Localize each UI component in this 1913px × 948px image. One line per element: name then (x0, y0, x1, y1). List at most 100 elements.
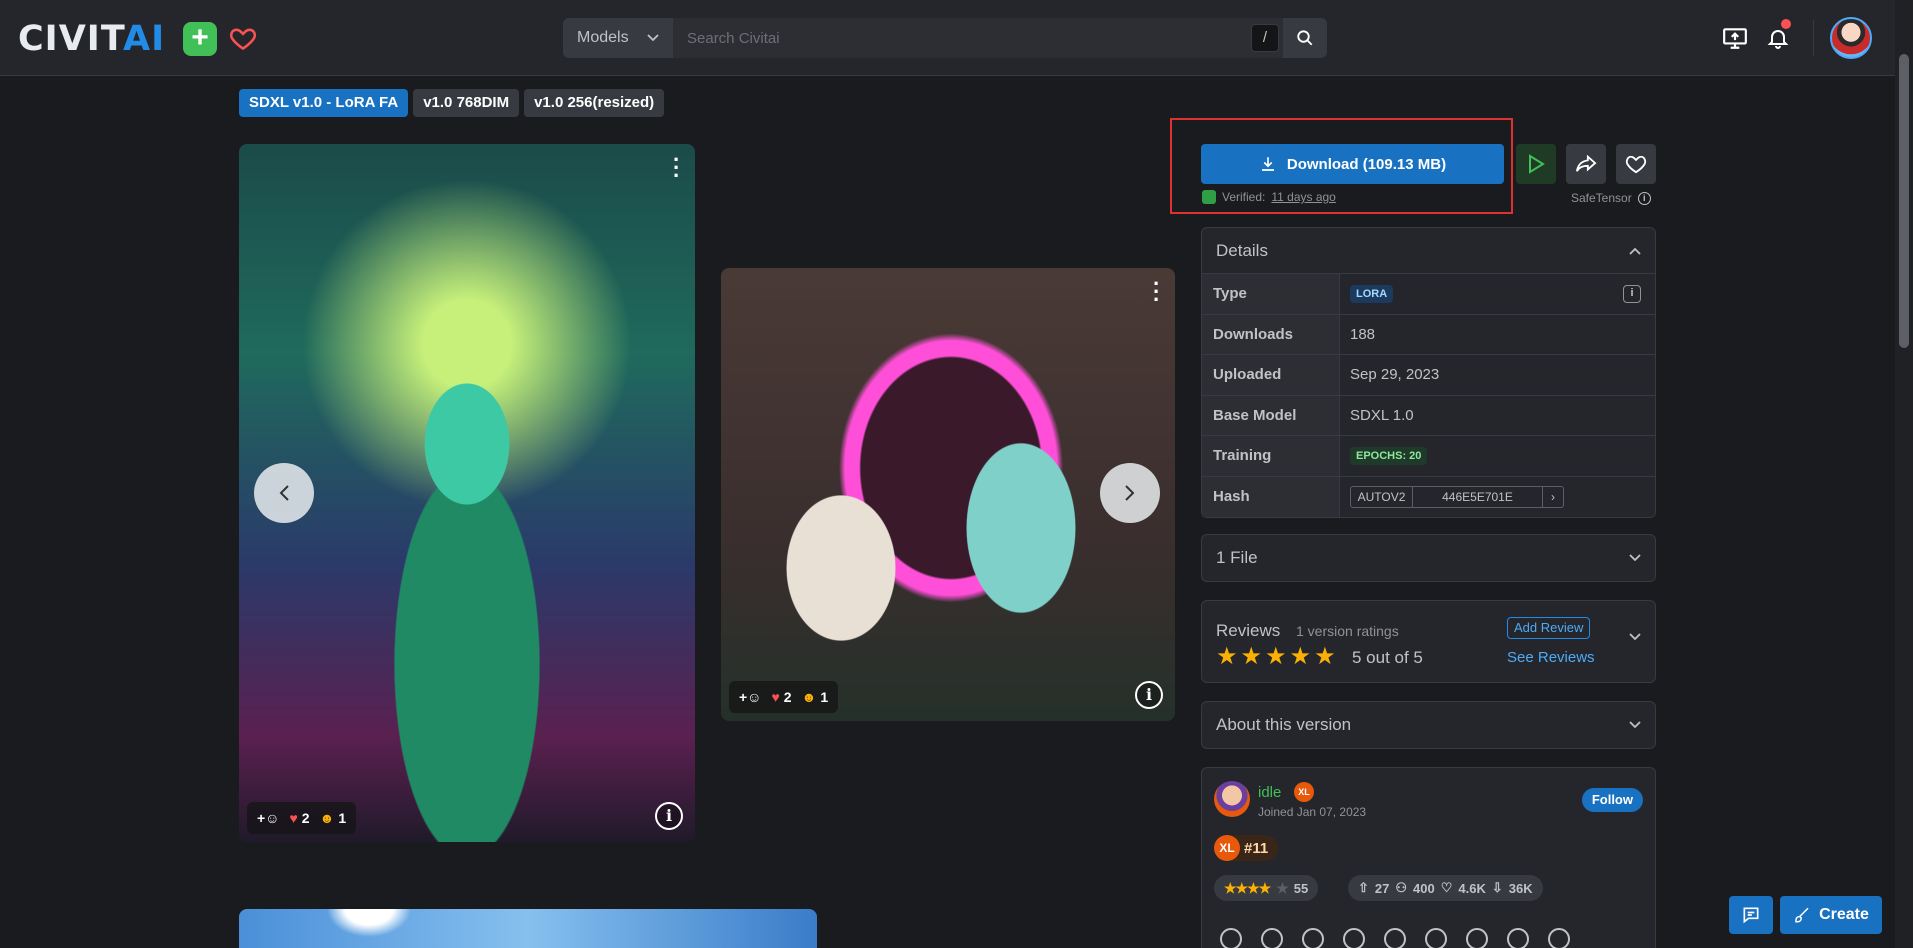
type-badge: LORA (1350, 284, 1394, 303)
uploads-count: 27 (1374, 880, 1390, 896)
carousel-next-button[interactable] (1100, 463, 1160, 523)
hash-type[interactable]: AUTOV2 (1351, 486, 1413, 507)
chat-button[interactable] (1729, 896, 1773, 934)
version-tab-sdxl-lora-fa[interactable]: SDXL v1.0 - LoRA FA (239, 89, 409, 117)
globe-icon[interactable] (1466, 928, 1488, 948)
verified-status: Verified: 11 days ago (1202, 190, 1336, 204)
laugh-reaction[interactable]: ☻ 1 (320, 810, 347, 826)
laugh-count: 1 (820, 689, 829, 705)
search-bar: Models / (563, 18, 1327, 58)
run-button[interactable] (1516, 144, 1556, 184)
search-input[interactable] (673, 18, 1283, 58)
creator-avatar[interactable] (1214, 781, 1250, 817)
heart-reaction[interactable]: ♥ 2 (771, 689, 791, 705)
add-reaction-icon[interactable]: +☺ (739, 689, 761, 705)
heart-icon[interactable] (228, 24, 260, 54)
search-shortcut-key: / (1251, 24, 1279, 52)
details-header[interactable]: Details (1202, 228, 1655, 274)
heart-icon: ♥ (289, 810, 298, 826)
social-links (1220, 928, 1570, 948)
gallery-image-sky[interactable] (239, 909, 817, 948)
verified-time-link[interactable]: 11 days ago (1271, 190, 1336, 204)
laugh-reaction[interactable]: ☻ 1 (802, 689, 829, 705)
details-panel: Details Type LORA i Downloads 188 Uploade… (1201, 227, 1656, 518)
search-button[interactable] (1283, 18, 1327, 58)
detail-row-training: Training EPOCHS: 20 (1202, 436, 1655, 477)
reaction-bar: +☺ ♥ 2 ☻ 1 (247, 802, 357, 834)
version-tab-256-resized[interactable]: v1.0 256(resized) (524, 89, 665, 117)
creator-card: idle XL Joined Jan 07, 2023 Follow XL #1… (1201, 767, 1656, 948)
facebook-icon[interactable] (1261, 928, 1283, 948)
chevron-right-icon[interactable]: › (1543, 487, 1563, 507)
github-icon[interactable] (1384, 928, 1406, 948)
detail-row-downloads: Downloads 188 (1202, 314, 1655, 355)
add-reaction-icon[interactable]: +☺ (257, 810, 279, 826)
hash-widget[interactable]: AUTOV2 446E5E701E › (1350, 485, 1564, 508)
rank-text: #11 (1244, 839, 1269, 857)
create-button[interactable]: Create (1780, 896, 1882, 934)
chevron-down-icon (1629, 554, 1641, 562)
info-icon[interactable]: i (1623, 285, 1641, 303)
instagram-icon[interactable] (1343, 928, 1365, 948)
chevron-down-icon[interactable] (1629, 633, 1641, 641)
about-version-panel[interactable]: About this version (1201, 701, 1656, 749)
rating-stars: ★ ★ ★ ★ ★ (1216, 645, 1336, 669)
detail-key: Base Model (1202, 395, 1340, 435)
laugh-emoji-icon: ☻ (801, 689, 817, 705)
see-reviews-link[interactable]: See Reviews (1507, 649, 1595, 666)
detail-row-uploaded: Uploaded Sep 29, 2023 (1202, 355, 1655, 396)
heart-reaction[interactable]: ♥ 2 (289, 810, 309, 826)
scroll-thumb[interactable] (1899, 54, 1909, 348)
share-button[interactable] (1566, 144, 1606, 184)
heart-icon (1625, 155, 1647, 174)
follow-button[interactable]: Follow (1581, 788, 1643, 812)
globe-icon[interactable] (1548, 928, 1570, 948)
image-info-icon[interactable]: i (1135, 681, 1163, 709)
monitor-upload-icon[interactable] (1719, 22, 1751, 54)
likes-count: 4.6K (1458, 880, 1486, 896)
image-menu-icon[interactable]: · · · (673, 149, 680, 187)
globe-icon[interactable] (1507, 928, 1529, 948)
chevron-right-icon (1125, 485, 1135, 501)
link-icon[interactable] (1425, 928, 1447, 948)
details-title: Details (1216, 240, 1268, 260)
image-menu-icon[interactable]: · · · (1153, 273, 1160, 311)
search-category-select[interactable]: Models (563, 18, 673, 58)
image-info-icon[interactable]: i (655, 802, 683, 830)
version-tabs: SDXL v1.0 - LoRA FA v1.0 768DIM v1.0 256… (239, 89, 665, 117)
info-icon[interactable]: i (1637, 191, 1651, 205)
star-icon: ★ (1289, 643, 1312, 670)
shield-check-icon (1202, 190, 1216, 204)
files-panel[interactable]: 1 File (1201, 534, 1656, 582)
chevron-down-icon (1629, 721, 1641, 729)
laugh-emoji-icon: ☻ (319, 810, 335, 826)
user-avatar[interactable] (1830, 17, 1872, 59)
create-plus-button[interactable]: + (183, 22, 217, 56)
page-scrollbar[interactable] (1895, 0, 1913, 948)
download-button[interactable]: Download (109.13 MB) (1201, 144, 1504, 184)
reddit-icon[interactable] (1220, 928, 1242, 948)
about-title: About this version (1216, 715, 1352, 734)
carousel-prev-button[interactable] (254, 463, 314, 523)
add-review-button[interactable]: Add Review (1507, 617, 1591, 639)
heart-icon: ♥ (771, 689, 780, 705)
followers-count: 400 (1413, 880, 1435, 896)
version-tab-768dim[interactable]: v1.0 768DIM (413, 89, 520, 117)
bell-icon[interactable] (1762, 19, 1794, 54)
favorite-button[interactable] (1616, 144, 1656, 184)
detail-key: Downloads (1202, 314, 1340, 354)
detail-row-type: Type LORA i (1202, 274, 1655, 315)
creator-rating-pill: ★★★★ ★ 55 (1214, 875, 1319, 901)
facebook-icon[interactable] (1302, 928, 1324, 948)
hash-value[interactable]: 446E5E701E (1413, 486, 1543, 507)
chevron-up-icon (1629, 247, 1641, 255)
logo-text-ai: AI (122, 19, 166, 59)
training-badge: EPOCHS: 20 (1350, 446, 1428, 465)
civitai-logo[interactable]: CIVITAI (18, 19, 166, 59)
reviews-title: Reviews (1216, 621, 1281, 640)
heart-count: 2 (783, 689, 792, 705)
files-title: 1 File (1216, 548, 1258, 567)
heart-icon: ♡ (1440, 880, 1453, 895)
rating-count: 55 (1293, 880, 1309, 896)
creator-name[interactable]: idle (1258, 784, 1281, 801)
